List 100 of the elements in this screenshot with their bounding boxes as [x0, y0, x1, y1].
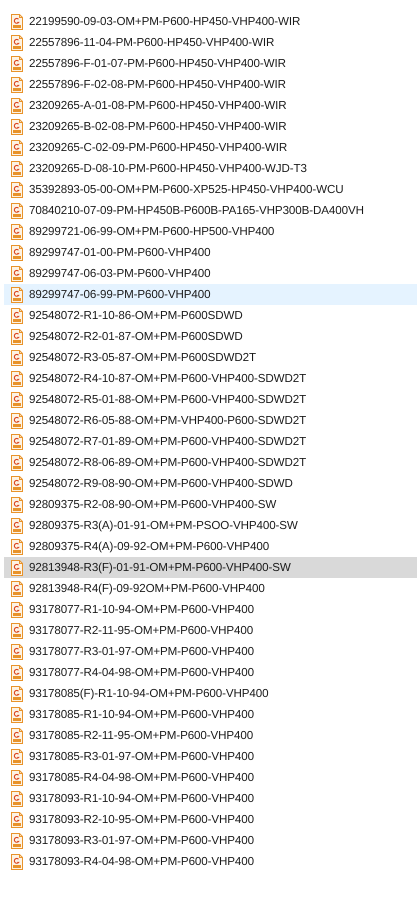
file-row[interactable]: 93178085-R1-10-94-OM+PM-P600-VHP400: [4, 704, 417, 725]
file-row[interactable]: 93178077-R1-10-94-OM+PM-P600-VHP400: [4, 599, 417, 620]
file-row[interactable]: 93178093-R1-10-94-OM+PM-P600-VHP400: [4, 788, 417, 809]
pdf-file-icon: [11, 686, 23, 702]
file-row[interactable]: 93178085-R3-01-97-OM+PM-P600-VHP400: [4, 746, 417, 767]
file-name: 92809375-R3(A)-01-91-OM+PM-PSOO-VHP400-SW: [29, 519, 298, 532]
file-name: 92548072-R4-10-87-OM+PM-P600-VHP400-SDWD2T: [29, 372, 306, 385]
file-row[interactable]: 92548072-R7-01-89-OM+PM-P600-VHP400-SDWD2T: [4, 431, 417, 452]
file-name: 92548072-R6-05-88-OM+PM-VHP400-P600-SDWD2T: [29, 414, 306, 427]
file-row[interactable]: 92813948-R3(F)-01-91-OM+PM-P600-VHP400-SW: [4, 557, 417, 578]
file-row[interactable]: 93178077-R3-01-97-OM+PM-P600-VHP400: [4, 641, 417, 662]
pdf-file-icon: [11, 56, 23, 72]
file-row[interactable]: 22557896-F-02-08-PM-P600-HP450-VHP400-WIR: [4, 74, 417, 95]
file-row[interactable]: 22557896-11-04-PM-P600-HP450-VHP400-WIR: [4, 32, 417, 53]
file-name: 22557896-F-02-08-PM-P600-HP450-VHP400-WIR: [29, 78, 286, 91]
pdf-file-icon: [11, 664, 23, 680]
file-name: 93178077-R1-10-94-OM+PM-P600-VHP400: [29, 603, 254, 616]
file-row[interactable]: 92548072-R3-05-87-OM+PM-P600SDWD2T: [4, 347, 417, 368]
file-name: 93178077-R2-11-95-OM+PM-P600-VHP400: [29, 624, 254, 637]
file-name: 93178093-R3-01-97-OM+PM-P600-VHP400: [29, 834, 254, 847]
file-row[interactable]: 92548072-R5-01-88-OM+PM-P600-VHP400-SDWD2T: [4, 389, 417, 410]
pdf-file-icon: [11, 728, 23, 744]
file-row[interactable]: 70840210-07-09-PM-HP450B-P600B-PA165-VHP300B-DA400VH: [4, 200, 417, 221]
pdf-file-icon: [11, 328, 23, 344]
file-row[interactable]: 93178093-R2-10-95-OM+PM-P600-VHP400: [4, 809, 417, 830]
file-name: 93178085(F)-R1-10-94-OM+PM-P600-VHP400: [29, 687, 268, 700]
file-row[interactable]: 92809375-R2-08-90-OM+PM-P600-VHP400-SW: [4, 494, 417, 515]
file-name: 23209265-B-02-08-PM-P600-HP450-VHP400-WIR: [29, 120, 287, 133]
file-row[interactable]: 22199590-09-03-OM+PM-P600-HP450-VHP400-WIR: [4, 11, 417, 32]
file-name: 92809375-R2-08-90-OM+PM-P600-VHP400-SW: [29, 498, 276, 511]
pdf-file-icon: [11, 538, 23, 554]
file-row[interactable]: 92548072-R1-10-86-OM+PM-P600SDWD: [4, 305, 417, 326]
file-row[interactable]: 23209265-C-02-09-PM-P600-HP450-VHP400-WIR: [4, 137, 417, 158]
file-row[interactable]: 89299747-01-00-PM-P600-VHP400: [4, 242, 417, 263]
file-row[interactable]: 92548072-R9-08-90-OM+PM-P600-VHP400-SDWD: [4, 473, 417, 494]
file-row[interactable]: 22557896-F-01-07-PM-P600-HP450-VHP400-WIR: [4, 53, 417, 74]
pdf-file-icon: [11, 644, 23, 660]
pdf-file-icon: [11, 224, 23, 240]
pdf-file-icon: [11, 518, 23, 534]
pdf-file-icon: [11, 412, 23, 428]
pdf-file-icon: [11, 286, 23, 302]
file-row[interactable]: 93178093-R3-01-97-OM+PM-P600-VHP400: [4, 830, 417, 851]
file-name: 23209265-D-08-10-PM-P600-HP450-VHP400-WJD-T3: [29, 162, 307, 175]
pdf-file-icon: [11, 454, 23, 470]
file-row[interactable]: 92813948-R4(F)-09-92OM+PM-P600-VHP400: [4, 578, 417, 599]
pdf-file-icon: [11, 580, 23, 596]
file-row[interactable]: 92548072-R8-06-89-OM+PM-P600-VHP400-SDWD2T: [4, 452, 417, 473]
file-row[interactable]: 92809375-R4(A)-09-92-OM+PM-P600-VHP400: [4, 536, 417, 557]
pdf-file-icon: [11, 812, 23, 828]
pdf-file-icon: [11, 244, 23, 260]
pdf-file-icon: [11, 622, 23, 638]
file-name: 92548072-R2-01-87-OM+PM-P600SDWD: [29, 330, 243, 343]
file-row[interactable]: 35392893-05-00-OM+PM-P600-XP525-HP450-VHP400-WCU: [4, 179, 417, 200]
file-row[interactable]: 93178093-R4-04-98-OM+PM-P600-VHP400: [4, 851, 417, 872]
file-row[interactable]: 92809375-R3(A)-01-91-OM+PM-PSOO-VHP400-SW: [4, 515, 417, 536]
file-name: 89299747-06-03-PM-P600-VHP400: [29, 267, 210, 280]
file-name: 92548072-R5-01-88-OM+PM-P600-VHP400-SDWD2T: [29, 393, 306, 406]
pdf-file-icon: [11, 790, 23, 806]
file-name: 93178077-R4-04-98-OM+PM-P600-VHP400: [29, 666, 254, 679]
file-name: 92548072-R8-06-89-OM+PM-P600-VHP400-SDWD2T: [29, 456, 306, 469]
pdf-file-icon: [11, 160, 23, 176]
file-row[interactable]: 23209265-B-02-08-PM-P600-HP450-VHP400-WIR: [4, 116, 417, 137]
file-name: 89299747-06-99-PM-P600-VHP400: [29, 288, 210, 301]
file-row[interactable]: 93178077-R4-04-98-OM+PM-P600-VHP400: [4, 662, 417, 683]
file-row[interactable]: 23209265-A-01-08-PM-P600-HP450-VHP400-WIR: [4, 95, 417, 116]
file-row[interactable]: 93178085(F)-R1-10-94-OM+PM-P600-VHP400: [4, 683, 417, 704]
file-name: 92813948-R3(F)-01-91-OM+PM-P600-VHP400-SW: [29, 561, 291, 574]
file-row[interactable]: 92548072-R6-05-88-OM+PM-VHP400-P600-SDWD2T: [4, 410, 417, 431]
file-name: 93178085-R3-01-97-OM+PM-P600-VHP400: [29, 750, 254, 763]
file-name: 92548072-R7-01-89-OM+PM-P600-VHP400-SDWD2T: [29, 435, 306, 448]
pdf-file-icon: [11, 602, 23, 618]
pdf-file-icon: [11, 370, 23, 386]
file-name: 93178093-R1-10-94-OM+PM-P600-VHP400: [29, 792, 254, 805]
file-name: 22199590-09-03-OM+PM-P600-HP450-VHP400-WIR: [29, 15, 300, 28]
pdf-file-icon: [11, 770, 23, 786]
pdf-file-icon: [11, 496, 23, 512]
file-row[interactable]: 93178077-R2-11-95-OM+PM-P600-VHP400: [4, 620, 417, 641]
file-row[interactable]: 23209265-D-08-10-PM-P600-HP450-VHP400-WJD-T3: [4, 158, 417, 179]
file-name: 23209265-C-02-09-PM-P600-HP450-VHP400-WIR: [29, 141, 288, 154]
pdf-file-icon: [11, 14, 23, 30]
pdf-file-icon: [11, 118, 23, 134]
file-name: 89299747-01-00-PM-P600-VHP400: [29, 246, 210, 259]
pdf-file-icon: [11, 140, 23, 156]
file-row[interactable]: 89299721-06-99-OM+PM-P600-HP500-VHP400: [4, 221, 417, 242]
file-row[interactable]: 89299747-06-99-PM-P600-VHP400: [4, 284, 417, 305]
file-name: 70840210-07-09-PM-HP450B-P600B-PA165-VHP300B-DA400VH: [29, 204, 364, 217]
file-name: 93178085-R4-04-98-OM+PM-P600-VHP400: [29, 771, 254, 784]
pdf-file-icon: [11, 706, 23, 722]
file-row[interactable]: 89299747-06-03-PM-P600-VHP400: [4, 263, 417, 284]
file-row[interactable]: 92548072-R2-01-87-OM+PM-P600SDWD: [4, 326, 417, 347]
file-row[interactable]: 93178085-R2-11-95-OM+PM-P600-VHP400: [4, 725, 417, 746]
file-name: 23209265-A-01-08-PM-P600-HP450-VHP400-WIR: [29, 99, 287, 112]
pdf-file-icon: [11, 202, 23, 218]
file-name: 92813948-R4(F)-09-92OM+PM-P600-VHP400: [29, 582, 265, 595]
file-row[interactable]: 92548072-R4-10-87-OM+PM-P600-VHP400-SDWD2T: [4, 368, 417, 389]
pdf-file-icon: [11, 392, 23, 408]
file-row[interactable]: 93178085-R4-04-98-OM+PM-P600-VHP400: [4, 767, 417, 788]
file-name: 89299721-06-99-OM+PM-P600-HP500-VHP400: [29, 225, 274, 238]
pdf-file-icon: [11, 34, 23, 50]
pdf-file-icon: [11, 76, 23, 92]
